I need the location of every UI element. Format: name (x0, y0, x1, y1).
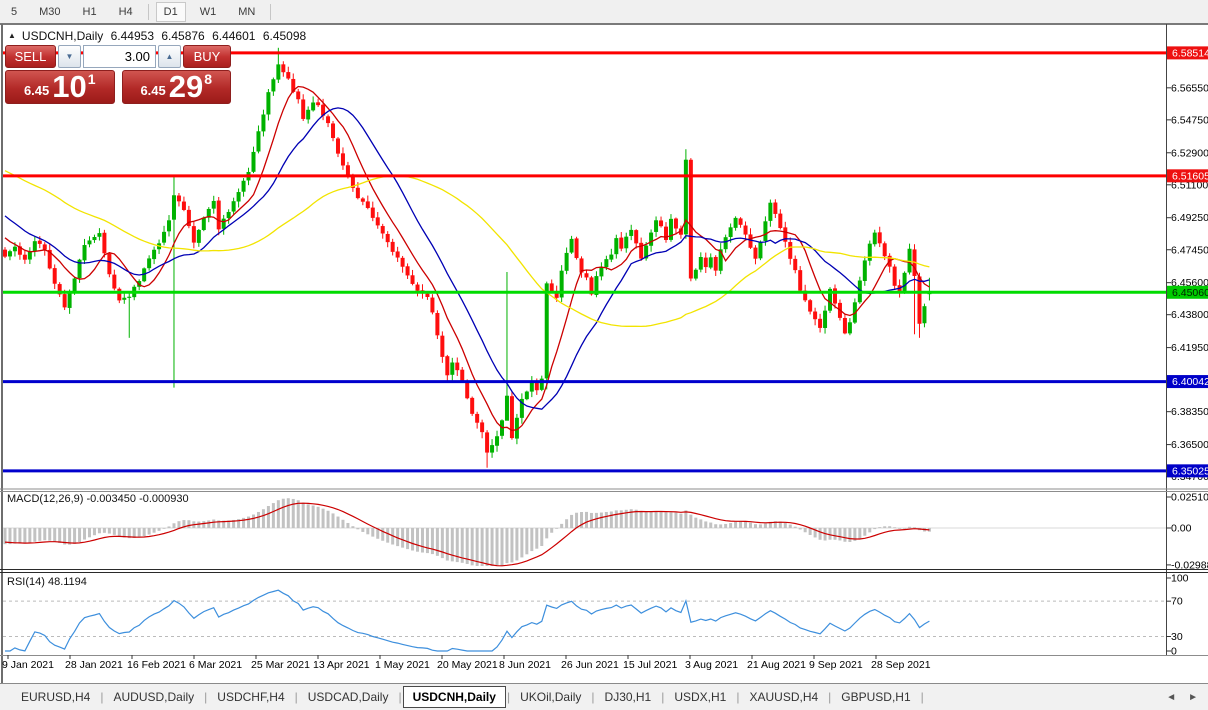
sell-price-sup: 1 (88, 71, 96, 87)
tab-usdcnh-daily[interactable]: USDCNH,Daily (403, 686, 506, 708)
collapse-triangle-icon[interactable]: ▲ (8, 31, 16, 40)
svg-text:28 Sep 2021: 28 Sep 2021 (871, 659, 931, 671)
buy-button[interactable]: BUY (183, 45, 231, 68)
spinner-up-icon: ▲ (166, 52, 174, 61)
sell-price-big: 10 (52, 73, 86, 102)
svg-text:28 Jan 2021: 28 Jan 2021 (65, 659, 123, 671)
toolbar-timeframe-5[interactable]: 5 (3, 2, 25, 22)
svg-text:9 Jan 2021: 9 Jan 2021 (2, 659, 54, 671)
chart-title: ▲ USDCNH,Daily 6.44953 6.45876 6.44601 6.… (8, 29, 310, 43)
sell-price-display[interactable]: 6.45 10 1 (5, 70, 115, 104)
svg-text:25 Mar 2021: 25 Mar 2021 (251, 659, 310, 671)
symbol-tab-bar: EURUSD,H4|AUDUSD,Daily|USDCHF,H4|USDCAD,… (0, 683, 1208, 710)
svg-text:6.47450: 6.47450 (1171, 244, 1208, 256)
svg-text:15 Jul 2021: 15 Jul 2021 (623, 659, 677, 671)
svg-text:6.49250: 6.49250 (1171, 212, 1208, 224)
tab-scroll-right-icon[interactable]: ► (1186, 691, 1200, 704)
ohlc-low: 6.44601 (212, 29, 255, 43)
toolbar-timeframe-d1[interactable]: D1 (156, 2, 186, 22)
toolbar-timeframe-m30[interactable]: M30 (31, 2, 68, 22)
timeframe-toolbar: 5 M30 H1 H4 D1 W1MN (0, 0, 1208, 24)
svg-text:6.54750: 6.54750 (1171, 114, 1208, 126)
svg-text:20 May 2021: 20 May 2021 (437, 659, 498, 671)
ohlc-open: 6.44953 (111, 29, 154, 43)
svg-text:0.025108: 0.025108 (1171, 492, 1208, 504)
svg-text:30: 30 (1171, 631, 1183, 643)
panel-backgrounds (0, 24, 1208, 710)
tab-gbpusd-h1[interactable]: GBPUSD,H1 (832, 687, 919, 707)
chart-plot-area[interactable]: 6.565506.547506.529006.511006.492506.474… (0, 0, 1208, 710)
toolbar-timeframe-h1[interactable]: H1 (75, 2, 105, 22)
svg-text:6.56550: 6.56550 (1171, 82, 1208, 94)
svg-text:0.00: 0.00 (1171, 523, 1192, 535)
ohlc-close: 6.45098 (263, 29, 306, 43)
toolbar-separator (270, 4, 271, 20)
svg-text:9 Sep 2021: 9 Sep 2021 (809, 659, 863, 671)
svg-text:100: 100 (1171, 573, 1189, 585)
toolbar-separator (148, 4, 149, 20)
svg-text:21 Aug 2021: 21 Aug 2021 (747, 659, 806, 671)
svg-text:70: 70 (1171, 596, 1183, 608)
svg-text:6.40042: 6.40042 (1172, 376, 1208, 388)
buy-price-sup: 8 (204, 71, 212, 87)
chart-symbol-label: USDCNH,Daily (22, 29, 103, 43)
toolbar-timeframe-w1[interactable]: W1 (192, 2, 225, 22)
tab-xauusd-h4[interactable]: XAUUSD,H4 (740, 687, 827, 707)
sell-price-base: 6.45 (24, 83, 49, 98)
svg-text:13 Apr 2021: 13 Apr 2021 (313, 659, 370, 671)
tab-eurusd-h4[interactable]: EURUSD,H4 (12, 687, 99, 707)
svg-text:3 Aug 2021: 3 Aug 2021 (685, 659, 738, 671)
svg-text:-0.029881: -0.029881 (1171, 559, 1208, 571)
volume-input[interactable]: 3.00 (83, 45, 156, 68)
tab-usdcad-daily[interactable]: USDCAD,Daily (299, 687, 398, 707)
ohlc-high: 6.45876 (161, 29, 204, 43)
svg-text:6.51605: 6.51605 (1172, 170, 1208, 182)
tab-usdchf-h4[interactable]: USDCHF,H4 (208, 687, 293, 707)
svg-text:6.45060: 6.45060 (1172, 287, 1208, 299)
tab-ukoil-daily[interactable]: UKOil,Daily (511, 687, 590, 707)
svg-text:16 Feb 2021: 16 Feb 2021 (127, 659, 186, 671)
buy-price-display[interactable]: 6.45 29 8 (122, 70, 232, 104)
svg-text:6.38350: 6.38350 (1171, 406, 1208, 418)
trading-terminal-window: 5 M30 H1 H4 D1 W1MN 6.56550 6.54750 6.52900 6.51… (0, 0, 1208, 710)
volume-decrease-button[interactable]: ▼ (58, 45, 81, 68)
svg-text:6.58514: 6.58514 (1172, 47, 1208, 59)
sell-button[interactable]: SELL (5, 45, 56, 68)
rsi-indicator-label: RSI(14) 48.1194 (7, 576, 87, 588)
svg-text:6.36500: 6.36500 (1171, 439, 1208, 451)
svg-text:26 Jun 2021: 26 Jun 2021 (561, 659, 619, 671)
svg-text:0: 0 (1171, 646, 1177, 658)
svg-text:6 Mar 2021: 6 Mar 2021 (189, 659, 242, 671)
tab-usdx-h1[interactable]: USDX,H1 (665, 687, 735, 707)
svg-text:6.52900: 6.52900 (1171, 147, 1208, 159)
buy-price-base: 6.45 (140, 83, 165, 98)
svg-text:1 May 2021: 1 May 2021 (375, 659, 430, 671)
tab-audusd-daily[interactable]: AUDUSD,Daily (104, 687, 203, 707)
spinner-down-icon: ▼ (66, 52, 74, 61)
tab-scroll-left-icon[interactable]: ◄ (1164, 691, 1178, 704)
buy-price-big: 29 (169, 73, 203, 102)
toolbar-timeframe-mn[interactable]: MN (230, 2, 263, 22)
svg-text:6.43800: 6.43800 (1171, 309, 1208, 321)
tab-scroll-arrows: ◄► (1164, 691, 1200, 704)
toolbar-timeframe-h4[interactable]: H4 (111, 2, 141, 22)
tab-dj30-h1[interactable]: DJ30,H1 (596, 687, 661, 707)
one-click-trade-panel: SELL ▼ 3.00 ▲ BUY 6.45 10 1 6.45 29 8 (5, 45, 231, 104)
svg-text:6.41950: 6.41950 (1171, 342, 1208, 354)
svg-text:6.35025: 6.35025 (1172, 465, 1208, 477)
tab-separator: | (920, 690, 925, 704)
svg-text:8 Jun 2021: 8 Jun 2021 (499, 659, 551, 671)
volume-increase-button[interactable]: ▲ (158, 45, 181, 68)
macd-indicator-label: MACD(12,26,9) -0.003450 -0.000930 (7, 493, 189, 505)
